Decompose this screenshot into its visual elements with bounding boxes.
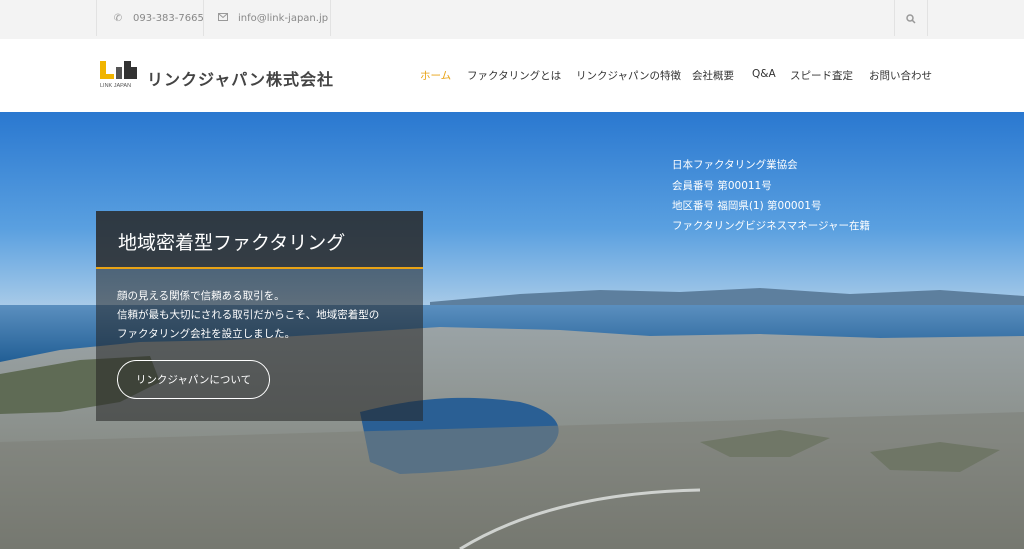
email-contact[interactable]: info@link-japan.jp [203,0,331,36]
email-address: info@link-japan.jp [238,12,329,24]
nav-company[interactable]: 会社概要 [692,68,734,83]
association-name: 日本ファクタリング業協会 [672,159,798,171]
member-number: 会員番号 第00011号 [672,180,772,192]
nav-home[interactable]: ホーム [420,68,451,83]
search-button[interactable] [894,0,928,36]
phone-contact[interactable]: ✆ 093-383-7665 [96,0,204,36]
hero-card-header: 地域密着型ファクタリング [96,211,423,269]
hero-card: 地域密着型ファクタリング 顔の見える関係で信頼ある取引を。 信頼が最も大切にされ… [96,211,423,421]
hero-card-body: 顔の見える関係で信頼ある取引を。 信頼が最も大切にされる取引だからこそ、地域密着… [96,269,423,421]
phone-icon: ✆ [113,12,123,24]
nav-features[interactable]: リンクジャパンの特徴 [576,68,681,83]
search-icon [906,9,916,28]
hero-card-line-2: 信頼が最も大切にされる取引だからこそ、地域密着型の [117,309,380,321]
phone-number: 093-383-7665 [133,12,204,24]
company-name[interactable]: リンクジャパン株式会社 [147,66,334,90]
svg-text:LINK JAPAN: LINK JAPAN [100,83,131,89]
nav-contact[interactable]: お問い合わせ [869,68,932,83]
hero-card-line-3: ファクタリング会社を設立しました。 [117,328,296,340]
company-logo[interactable]: LINK JAPAN [100,61,138,89]
nav-about-factoring[interactable]: ファクタリングとは [467,68,561,83]
manager-notice: ファクタリングビジネスマネージャー在籍 [672,220,871,232]
mail-icon [218,12,228,24]
hero-card-line-1: 顔の見える関係で信頼ある取引を。 [117,290,285,302]
district-number: 地区番号 福岡県(1) 第00001号 [672,200,822,212]
top-bar: ✆ 093-383-7665 info@link-japan.jp [0,0,1024,39]
hero-card-title: 地域密着型ファクタリング [118,232,346,254]
about-company-button[interactable]: リンクジャパンについて [117,360,270,399]
nav-qa[interactable]: Q&A [752,68,776,80]
nav-speed-assessment[interactable]: スピード査定 [790,68,853,83]
